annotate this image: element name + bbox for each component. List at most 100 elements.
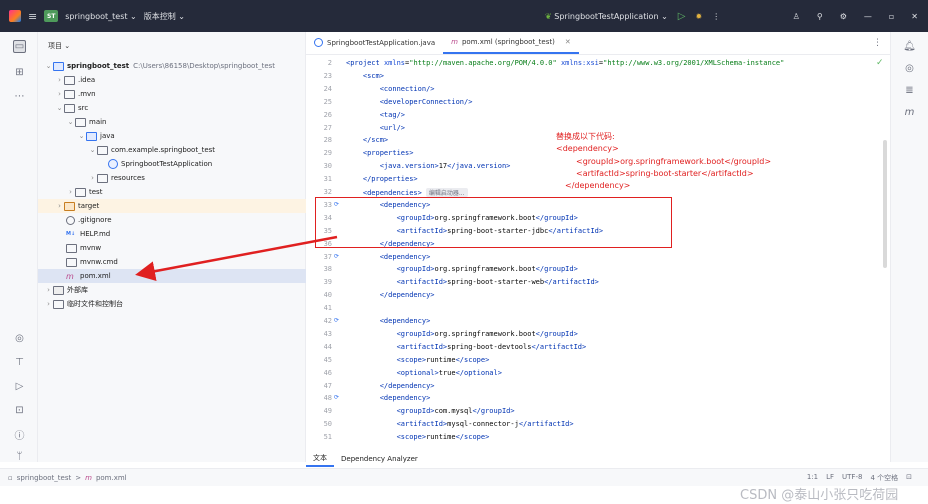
minimize-button[interactable]: — <box>864 12 872 21</box>
code-line[interactable]: <groupId>com.mysql</groupId> <box>346 407 515 415</box>
run-panel-icon[interactable]: ▷ <box>13 380 26 393</box>
settings-gear-icon[interactable]: ⚙ <box>840 12 847 21</box>
no-problems-check-icon[interactable]: ✓ <box>876 58 884 68</box>
chevron-right-icon[interactable]: › <box>55 202 64 210</box>
code-line[interactable]: <scope>runtime</scope> <box>346 433 490 441</box>
code-line[interactable]: </scm> <box>346 136 388 144</box>
caret-position[interactable]: 1:1 <box>807 473 818 483</box>
tree-item-pom-xml[interactable]: m pom.xml <box>38 269 306 283</box>
tree-item-gitignore[interactable]: .gitignore <box>38 213 306 227</box>
code-view[interactable]: <project xmlns="http://maven.apache.org/… <box>346 56 886 446</box>
chevron-down-icon[interactable]: ⌄ <box>88 146 97 154</box>
indent-setting[interactable]: 4 个空格 <box>870 473 898 483</box>
chevron-down-icon[interactable]: ⌄ <box>66 118 75 126</box>
line-separator[interactable]: LF <box>826 473 834 483</box>
intellij-logo-icon[interactable] <box>9 10 21 22</box>
code-line[interactable]: <properties> <box>346 149 414 157</box>
tree-item-mvnw-cmd[interactable]: mvnw.cmd <box>38 255 306 269</box>
tree-item-mvn[interactable]: › .mvn <box>38 87 306 101</box>
chevron-down-icon[interactable]: ⌄ <box>44 62 53 70</box>
project-folder-icon[interactable]: ▭ <box>13 40 26 53</box>
debug-icon[interactable]: ✹ <box>695 12 702 21</box>
structure-icon[interactable]: ⊞ <box>13 66 26 79</box>
dependency-gutter-icon[interactable]: ⟳ <box>334 394 339 401</box>
tree-item-root[interactable]: ⌄ springboot_test C:\Users\86158\Desktop\s… <box>38 59 306 73</box>
tree-item-src[interactable]: ⌄ src <box>38 101 306 115</box>
tree-item-target[interactable]: › target <box>38 199 306 213</box>
tree-item-application-class[interactable]: SpringbootTestApplication <box>38 157 306 171</box>
chevron-right-icon[interactable]: › <box>55 76 64 84</box>
code-line[interactable]: <dependency> <box>346 253 431 261</box>
file-encoding[interactable]: UTF-8 <box>842 473 862 483</box>
chevron-right-icon[interactable]: › <box>44 286 53 294</box>
tree-item-main[interactable]: ⌄ main <box>38 115 306 129</box>
code-line[interactable]: </dependency> <box>346 291 435 299</box>
tree-item-resources[interactable]: › resources <box>38 171 306 185</box>
build-hammer-icon[interactable]: ⊤ <box>13 356 26 369</box>
code-line[interactable]: <url/> <box>346 124 405 132</box>
chevron-right-icon[interactable]: › <box>88 174 97 182</box>
code-line[interactable]: <connection/> <box>346 85 435 93</box>
more-actions-icon[interactable]: ⋮ <box>712 12 720 21</box>
tree-item-external-libraries[interactable]: › 外部库 <box>38 283 306 297</box>
tree-item-scratches[interactable]: › 临时文件和控制台 <box>38 297 306 311</box>
services-icon[interactable]: ◎ <box>13 332 26 345</box>
code-line[interactable]: <artifactId>mysql-connector-j</artifactI… <box>346 420 574 428</box>
code-line[interactable]: <dependencies> 编辑启动器... <box>346 188 468 197</box>
editor-scrollbar[interactable] <box>883 140 887 268</box>
chevron-right-icon[interactable]: › <box>44 300 53 308</box>
code-line[interactable]: <artifactId>spring-boot-devtools</artifa… <box>346 343 587 351</box>
dependency-gutter-icon[interactable]: ⟳ <box>334 317 339 324</box>
tree-item-java[interactable]: ⌄ java <box>38 129 306 143</box>
terminal-icon[interactable]: ⊡ <box>13 404 26 417</box>
problems-icon[interactable]: ⓘ <box>13 428 26 442</box>
vcs-menu[interactable]: 版本控制 ⌄ <box>144 11 185 22</box>
code-line[interactable]: <project xmlns="http://maven.apache.org/… <box>346 59 784 67</box>
breadcrumb-file[interactable]: pom.xml <box>96 474 127 482</box>
breadcrumb-project[interactable]: springboot_test <box>17 474 72 482</box>
chevron-down-icon[interactable]: ⌄ <box>77 132 86 140</box>
code-line[interactable]: <java.version>17</java.version> <box>346 162 511 170</box>
ai-assistant-icon[interactable]: ◎ <box>903 62 916 75</box>
notifications-icon[interactable]: 🔔︎ <box>903 40 916 53</box>
project-switcher[interactable]: springboot_test ⌄ <box>65 12 137 21</box>
tree-item-help-md[interactable]: M↓ HELP.md <box>38 227 306 241</box>
chevron-right-icon[interactable]: › <box>55 90 64 98</box>
run-icon[interactable]: ▷ <box>678 11 686 22</box>
tree-item-test[interactable]: › test <box>38 185 306 199</box>
tab-text[interactable]: 文本 <box>306 450 334 467</box>
lock-icon[interactable]: ⊡ <box>906 473 912 483</box>
add-user-icon[interactable]: ♙ <box>793 12 800 21</box>
search-icon[interactable]: ⚲ <box>817 12 823 21</box>
more-tools-icon[interactable]: ⋯ <box>13 90 26 103</box>
maven-panel-icon[interactable]: m <box>903 106 916 119</box>
tab-dependency-analyzer[interactable]: Dependency Analyzer <box>334 450 425 467</box>
code-line[interactable]: <optional>true</optional> <box>346 369 502 377</box>
database-icon[interactable]: ≣ <box>903 84 916 97</box>
tab-pom-xml[interactable]: m pom.xml (springboot_test) ✕ <box>443 31 579 54</box>
code-line[interactable]: <groupId>org.springframework.boot</group… <box>346 265 578 273</box>
code-line[interactable]: <dependency> <box>346 317 431 325</box>
git-branch-icon[interactable]: ᛘ <box>13 450 26 463</box>
code-line[interactable]: <artifactId>spring-boot-starter-web</art… <box>346 278 599 286</box>
code-line[interactable]: <dependency> <box>346 394 431 402</box>
tree-item-idea[interactable]: › .idea <box>38 73 306 87</box>
tab-application-java[interactable]: SpringbootTestApplication.java <box>306 31 443 54</box>
chevron-down-icon[interactable]: ⌄ <box>55 104 64 112</box>
maximize-button[interactable]: ▫ <box>889 12 894 21</box>
tree-item-package[interactable]: ⌄ com.example.springboot_test <box>38 143 306 157</box>
code-line[interactable]: <tag/> <box>346 111 405 119</box>
code-line[interactable]: <scm> <box>346 72 384 80</box>
run-config-selector[interactable]: ❦ SpringbootTestApplication ⌄ <box>545 12 668 21</box>
tree-item-mvnw[interactable]: mvnw <box>38 241 306 255</box>
code-line[interactable]: </properties> <box>346 175 418 183</box>
chevron-right-icon[interactable]: › <box>66 188 75 196</box>
project-panel-header[interactable]: 项目 ⌄ <box>48 41 70 51</box>
main-menu-icon[interactable]: ≡ <box>28 10 37 23</box>
close-icon[interactable]: ✕ <box>565 38 571 46</box>
code-line[interactable]: <groupId>org.springframework.boot</group… <box>346 330 578 338</box>
edit-starters-inlay-hint[interactable]: 编辑启动器... <box>425 188 468 197</box>
dependency-gutter-icon[interactable]: ⟳ <box>334 253 339 260</box>
code-line[interactable]: <scope>runtime</scope> <box>346 356 490 364</box>
close-button[interactable]: ✕ <box>911 12 918 21</box>
